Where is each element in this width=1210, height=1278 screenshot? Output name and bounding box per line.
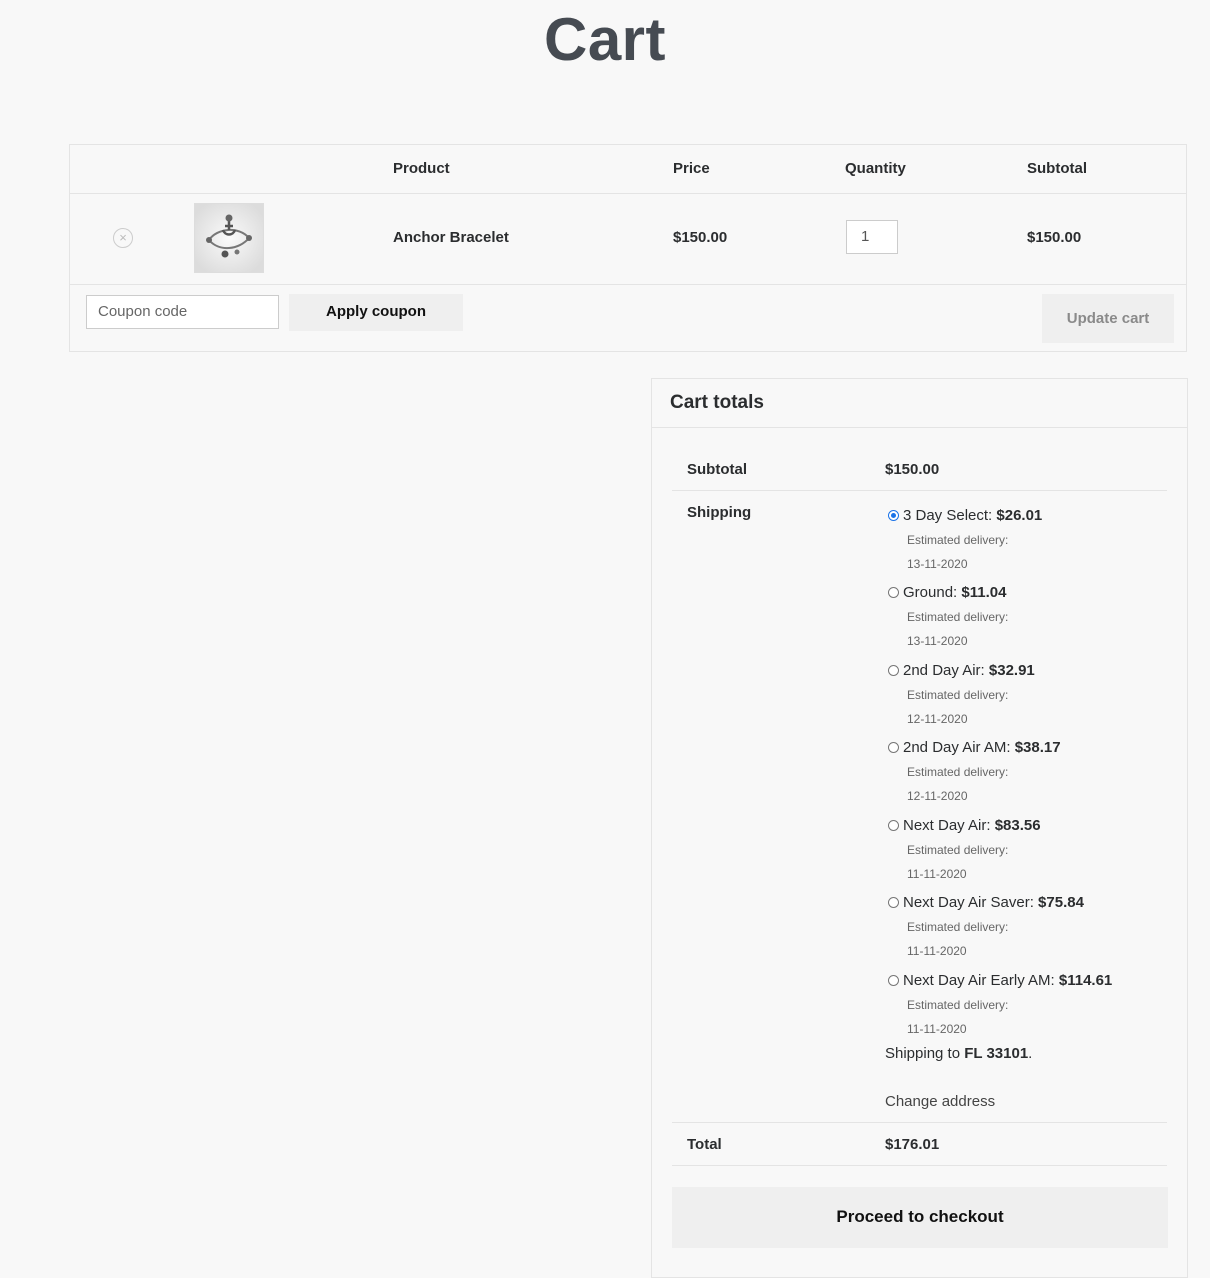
shipping-option-price: $38.17 — [1014, 739, 1061, 756]
shipping-option-price: $11.04 — [961, 584, 1007, 601]
shipping-option-price: $75.84 — [1038, 894, 1084, 911]
apply-coupon-button[interactable]: Apply coupon — [289, 294, 463, 331]
shipping-option-price: $83.56 — [994, 817, 1041, 834]
radio-unchecked-icon[interactable] — [888, 975, 899, 986]
radio-unchecked-icon[interactable] — [888, 587, 899, 598]
shipping-option-next-day-air-saver[interactable]: Next Day Air Saver: $75.84 — [888, 893, 1084, 913]
shipping-option-price: $26.01 — [996, 507, 1043, 524]
estimated-delivery-label: Estimated delivery: — [907, 843, 1009, 857]
estimated-delivery-date: 11-11-2020 — [907, 867, 967, 881]
shipping-option-price: $114.61 — [1058, 972, 1113, 989]
estimated-delivery-date: 11-11-2020 — [907, 1022, 967, 1036]
radio-unchecked-icon[interactable] — [888, 897, 899, 908]
shipping-option-2nd-day-air[interactable]: 2nd Day Air: $32.91 — [888, 661, 1035, 681]
radio-unchecked-icon[interactable] — [888, 665, 899, 676]
proceed-to-checkout-button[interactable]: Proceed to checkout — [672, 1187, 1168, 1248]
shipping-to-location: FL 33101 — [964, 1045, 1029, 1062]
divider — [672, 1122, 1167, 1123]
total-label: Total — [687, 1136, 722, 1153]
shipping-option-name: 2nd Day Air AM: — [903, 739, 1015, 756]
shipping-to-prefix: Shipping to — [885, 1045, 965, 1062]
estimated-delivery-label: Estimated delivery: — [907, 533, 1009, 547]
table-row: × Anchor Bracelet $150.00 1 $150.00 — [70, 193, 1186, 285]
estimated-delivery-label: Estimated delivery: — [907, 998, 1009, 1012]
quantity-input[interactable]: 1 — [846, 220, 898, 254]
product-thumbnail[interactable] — [194, 203, 264, 273]
shipping-option-name: 3 Day Select: — [903, 507, 997, 524]
estimated-delivery-label: Estimated delivery: — [907, 920, 1009, 934]
coupon-code-input[interactable]: Coupon code — [86, 295, 279, 329]
divider — [672, 490, 1167, 491]
cart-totals: Cart totals Subtotal $150.00 Shipping 3 … — [651, 378, 1188, 1278]
header-product: Product — [393, 160, 450, 177]
cart-table: Product Price Quantity Subtotal × Anchor… — [69, 144, 1187, 352]
estimated-delivery-date: 12-11-2020 — [907, 789, 968, 803]
shipping-destination: Shipping to FL 33101. — [885, 1045, 1032, 1062]
shipping-option-name: Next Day Air Saver: — [903, 894, 1039, 911]
shipping-option-name: Next Day Air: — [903, 817, 995, 834]
estimated-delivery-label: Estimated delivery: — [907, 765, 1009, 779]
total-value: $176.01 — [885, 1136, 940, 1153]
product-name[interactable]: Anchor Bracelet — [393, 228, 509, 248]
shipping-option-2nd-day-air-am[interactable]: 2nd Day Air AM: $38.17 — [888, 738, 1061, 758]
shipping-option-next-day-air-early-am[interactable]: Next Day Air Early AM: $114.61 — [888, 971, 1112, 991]
shipping-option-3-day-select[interactable]: 3 Day Select: $26.01 — [888, 506, 1042, 526]
radio-unchecked-icon[interactable] — [888, 742, 899, 753]
header-quantity: Quantity — [845, 160, 906, 177]
change-address-link[interactable]: Change address — [885, 1093, 995, 1110]
radio-checked-icon[interactable] — [888, 510, 899, 521]
shipping-option-next-day-air[interactable]: Next Day Air: $83.56 — [888, 816, 1041, 836]
shipping-option-name: 2nd Day Air: — [903, 662, 989, 679]
remove-item-icon[interactable]: × — [113, 228, 133, 248]
divider — [672, 1165, 1167, 1166]
bracelet-image-icon — [195, 204, 263, 272]
shipping-option-name: Ground: — [903, 584, 962, 601]
shipping-option-price: $32.91 — [988, 662, 1035, 679]
update-cart-button[interactable]: Update cart — [1042, 294, 1174, 343]
estimated-delivery-label: Estimated delivery: — [907, 610, 1009, 624]
product-price: $150.00 — [673, 229, 728, 246]
shipping-label: Shipping — [687, 504, 752, 521]
shipping-option-ground[interactable]: Ground: $11.04 — [888, 583, 1006, 603]
page-title: Cart — [543, 6, 667, 73]
estimated-delivery-date: 12-11-2020 — [907, 712, 968, 726]
header-price: Price — [673, 160, 710, 177]
shipping-option-name: Next Day Air Early AM: — [903, 972, 1059, 989]
cart-totals-title: Cart totals — [670, 392, 764, 413]
radio-unchecked-icon[interactable] — [888, 820, 899, 831]
cart-table-header: Product Price Quantity Subtotal — [70, 145, 1186, 194]
header-subtotal: Subtotal — [1027, 160, 1087, 177]
estimated-delivery-date: 11-11-2020 — [907, 944, 967, 958]
cart-totals-header: Cart totals — [652, 379, 1187, 428]
estimated-delivery-date: 13-11-2020 — [907, 557, 968, 571]
subtotal-value: $150.00 — [885, 461, 940, 478]
estimated-delivery-date: 13-11-2020 — [907, 634, 968, 648]
estimated-delivery-label: Estimated delivery: — [907, 688, 1009, 702]
product-subtotal: $150.00 — [1027, 229, 1082, 246]
subtotal-label: Subtotal — [687, 461, 747, 478]
shipping-to-suffix: . — [1028, 1045, 1033, 1062]
